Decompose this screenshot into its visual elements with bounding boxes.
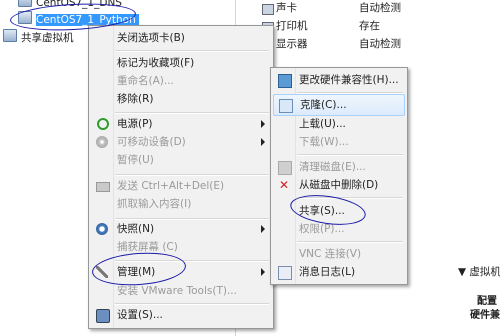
vm-detail-config: 配置	[477, 296, 497, 307]
chevron-right-icon	[261, 138, 265, 146]
menu-item-power[interactable]: 电源(P)	[91, 114, 271, 134]
tree-item-centos-dns[interactable]: CentOS7_1_DNS	[18, 0, 122, 10]
submenu-item-download[interactable]: 下载(W)...	[273, 132, 405, 152]
device-row-display[interactable]: 显示器 自动检测	[236, 36, 500, 53]
vm-detail-hw-compat: 硬件兼	[470, 310, 500, 321]
submenu-item-permissions[interactable]: 权限(P)...	[273, 219, 405, 239]
submenu-item-delete-from-disk[interactable]: ✕ 从磁盘中删除(D)	[273, 175, 405, 195]
menu-item-close-tab[interactable]: 关闭选项卡(B)	[91, 28, 271, 48]
submenu-item-clone[interactable]: 克隆(C)...	[273, 94, 405, 116]
vm-details-header[interactable]: ▼ 虚拟机	[458, 264, 500, 279]
menu-separator	[297, 154, 403, 156]
menu-item-send-ctrl-alt-del[interactable]: 发送 Ctrl+Alt+Del(E)	[91, 176, 271, 196]
wrench-icon	[96, 266, 108, 278]
device-row-sound[interactable]: 声卡 自动检测	[236, 0, 500, 17]
menu-separator	[115, 50, 269, 52]
tree-item-shared-vms[interactable]: 共享虚拟机	[3, 29, 74, 45]
settings-icon	[96, 309, 110, 323]
menu-item-manage[interactable]: 管理(M)	[91, 262, 271, 282]
chevron-right-icon	[261, 268, 265, 276]
submenu-item-share[interactable]: 共享(S)...	[273, 201, 405, 221]
delete-icon: ✕	[278, 178, 290, 192]
menu-item-grab-input[interactable]: 抓取输入内容(I)	[91, 194, 271, 214]
snapshot-icon	[96, 223, 108, 235]
menu-separator	[297, 241, 403, 243]
menu-item-pause[interactable]: 暂停(U)	[91, 150, 271, 170]
menu-item-mark-favorite[interactable]: 标记为收藏项(F)	[91, 53, 271, 73]
clone-icon	[279, 99, 293, 113]
menu-separator	[297, 197, 403, 199]
power-icon	[97, 118, 109, 130]
menu-item-snapshot[interactable]: 快照(N)	[91, 219, 271, 239]
menu-item-remove[interactable]: 移除(R)	[91, 89, 271, 109]
hardware-icon	[278, 74, 292, 88]
device-row-printer[interactable]: 打印机 存在	[236, 18, 500, 35]
submenu-item-change-hw-compat[interactable]: 更改硬件兼容性(H)...	[273, 70, 405, 90]
disc-icon	[96, 136, 108, 148]
vm-context-menu: 关闭选项卡(B) 标记为收藏项(F) 重命名(A)... 移除(R) 电源(P)…	[88, 25, 274, 329]
vm-icon	[18, 11, 32, 24]
manage-submenu: 更改硬件兼容性(H)... 克隆(C)... 上载(U)... 下载(W)...…	[270, 67, 408, 285]
submenu-item-upload[interactable]: 上载(U)...	[273, 114, 405, 134]
log-icon	[278, 266, 292, 280]
submenu-item-message-log[interactable]: 消息日志(L)	[273, 262, 405, 282]
menu-item-install-vmware-tools[interactable]: 安装 VMware Tools(T)...	[91, 281, 271, 301]
submenu-item-clean-disk[interactable]: 清理磁盘(E)...	[273, 157, 405, 177]
menu-item-capture-screen[interactable]: 捕获屏幕 (C)	[91, 237, 271, 257]
menu-item-rename[interactable]: 重命名(A)...	[91, 71, 271, 91]
shared-vm-icon	[3, 29, 17, 42]
clean-disk-icon	[278, 161, 292, 175]
chevron-right-icon	[261, 225, 265, 233]
keyboard-icon	[96, 182, 110, 192]
speaker-icon	[262, 4, 274, 15]
vm-icon	[18, 0, 32, 7]
submenu-item-vnc[interactable]: VNC 连接(V)	[273, 244, 405, 264]
chevron-right-icon	[261, 120, 265, 128]
menu-item-settings[interactable]: 设置(S)...	[91, 305, 271, 325]
menu-item-removable-devices[interactable]: 可移动设备(D)	[91, 132, 271, 152]
